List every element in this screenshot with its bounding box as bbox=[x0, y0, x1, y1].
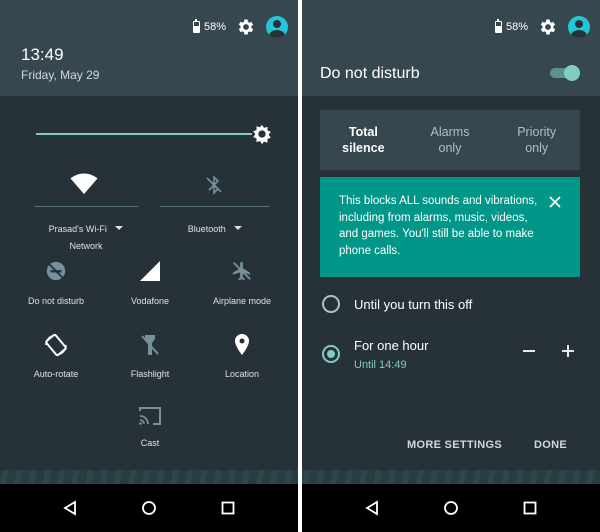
nav-bar bbox=[302, 484, 600, 532]
tile-label: Vodafone bbox=[130, 296, 170, 306]
do-not-disturb-screen: 58% Do not disturb Total silence Alarms on… bbox=[302, 0, 600, 532]
recents-button[interactable] bbox=[518, 496, 542, 520]
wifi-ssid: Prasad's Wi-Fi bbox=[48, 224, 107, 234]
mode-label-line1: Total bbox=[348, 125, 378, 139]
tile-label: Auto-rotate bbox=[33, 369, 79, 379]
bluetooth-label: Bluetooth bbox=[187, 224, 226, 234]
tile-airplane-mode[interactable]: Airplane mode bbox=[192, 260, 292, 306]
tile-label: Cast bbox=[140, 438, 160, 448]
clock-time: 13:49 bbox=[21, 45, 64, 64]
status-bar: 58% bbox=[192, 14, 288, 40]
mode-label-line2: only bbox=[438, 141, 462, 155]
gear-icon[interactable] bbox=[236, 17, 256, 37]
mode-label-line1: Priority bbox=[517, 125, 557, 139]
battery-percent: 58% bbox=[505, 21, 528, 33]
tile-cast[interactable]: Cast bbox=[100, 406, 200, 448]
wifi-icon bbox=[70, 173, 98, 194]
status-bar: 58% bbox=[494, 14, 590, 40]
more-settings-button[interactable]: MORE SETTINGS bbox=[407, 439, 502, 451]
clock-date[interactable]: Friday, May 29 bbox=[21, 68, 99, 82]
flashlight-icon bbox=[141, 335, 159, 355]
airplane-icon bbox=[232, 261, 251, 281]
decrease-duration-button[interactable] bbox=[520, 343, 538, 361]
option-one-hour-sub: Until 14:49 bbox=[354, 359, 407, 371]
battery-percent: 58% bbox=[203, 21, 226, 33]
gear-icon[interactable] bbox=[538, 17, 558, 37]
radio-one-hour[interactable] bbox=[322, 345, 340, 363]
battery-status: 58% bbox=[192, 19, 226, 33]
minus-icon bbox=[523, 350, 535, 352]
home-button[interactable] bbox=[137, 496, 161, 520]
tile-do-not-disturb[interactable]: Do not disturb bbox=[6, 260, 106, 306]
dnd-icon bbox=[46, 261, 66, 281]
home-button[interactable] bbox=[439, 496, 463, 520]
dnd-mode-selector: Total silence Alarms only Priority only bbox=[320, 110, 580, 170]
wifi-tile[interactable] bbox=[34, 172, 134, 196]
recents-button[interactable] bbox=[216, 496, 240, 520]
bluetooth-icon bbox=[206, 175, 222, 195]
wifi-sub: Network bbox=[69, 241, 103, 251]
close-icon[interactable] bbox=[548, 195, 562, 209]
option-until-off[interactable]: Until you turn this off bbox=[354, 297, 472, 312]
back-icon bbox=[62, 500, 76, 516]
mode-label-line1: Alarms bbox=[430, 125, 470, 139]
tile-label: Flashlight bbox=[130, 369, 170, 379]
dnd-title: Do not disturb bbox=[320, 65, 420, 82]
radio-until-off[interactable] bbox=[322, 295, 340, 313]
dnd-toggle[interactable] bbox=[550, 65, 580, 81]
info-banner: This blocks ALL sounds and vibrations, i… bbox=[320, 177, 580, 277]
quick-settings-screen: 58% 13:49 Friday, May 29 Prasad's Wi-Fi … bbox=[0, 0, 298, 532]
signal-icon bbox=[140, 261, 160, 281]
option-one-hour[interactable]: For one hour bbox=[354, 338, 428, 353]
bluetooth-tile[interactable] bbox=[164, 175, 264, 195]
mode-alarms-only[interactable]: Alarms only bbox=[407, 110, 494, 170]
mode-label-line2: only bbox=[525, 141, 549, 155]
brightness-icon[interactable] bbox=[251, 123, 273, 145]
notification-shade: 58% 13:49 Friday, May 29 Prasad's Wi-Fi … bbox=[0, 0, 298, 470]
tile-label: Airplane mode bbox=[212, 296, 272, 306]
tile-auto-rotate[interactable]: Auto-rotate bbox=[6, 333, 106, 379]
increase-duration-button[interactable] bbox=[559, 343, 577, 361]
bluetooth-dropdown[interactable]: Bluetooth bbox=[160, 219, 270, 237]
tile-vodafone[interactable]: Vodafone bbox=[100, 260, 200, 306]
battery-icon bbox=[494, 19, 502, 33]
dnd-panel: 58% Do not disturb Total silence Alarms on… bbox=[302, 0, 600, 470]
tile-flashlight[interactable]: Flashlight bbox=[100, 333, 200, 379]
rotate-icon bbox=[45, 333, 67, 357]
cast-icon bbox=[139, 407, 161, 425]
back-button[interactable] bbox=[360, 496, 384, 520]
location-icon bbox=[235, 334, 249, 355]
brightness-slider-track[interactable] bbox=[36, 133, 252, 135]
wifi-network-dropdown[interactable]: Prasad's Wi-Fi Network bbox=[34, 219, 138, 251]
divider bbox=[34, 206, 138, 207]
tile-label: Do not disturb bbox=[27, 296, 85, 306]
chevron-down-icon bbox=[234, 225, 243, 230]
tile-location[interactable]: Location bbox=[192, 333, 292, 379]
back-icon bbox=[364, 500, 378, 516]
home-icon bbox=[444, 501, 458, 515]
nav-bar bbox=[0, 484, 298, 532]
mode-label-line2: silence bbox=[342, 141, 385, 155]
avatar-icon[interactable] bbox=[568, 16, 590, 38]
battery-icon bbox=[192, 19, 200, 33]
recents-icon bbox=[523, 501, 537, 515]
plus-icon bbox=[562, 345, 574, 357]
divider bbox=[160, 206, 270, 207]
back-button[interactable] bbox=[58, 496, 82, 520]
done-button[interactable]: DONE bbox=[534, 439, 567, 451]
chevron-down-icon bbox=[115, 225, 124, 230]
mode-total-silence[interactable]: Total silence bbox=[320, 110, 407, 170]
info-text: This blocks ALL sounds and vibrations, i… bbox=[339, 195, 538, 257]
tile-label: Location bbox=[224, 369, 260, 379]
toggle-knob bbox=[564, 65, 580, 81]
mode-priority-only[interactable]: Priority only bbox=[493, 110, 580, 170]
battery-status: 58% bbox=[494, 19, 528, 33]
recents-icon bbox=[221, 501, 235, 515]
home-icon bbox=[142, 501, 156, 515]
avatar-icon[interactable] bbox=[266, 16, 288, 38]
